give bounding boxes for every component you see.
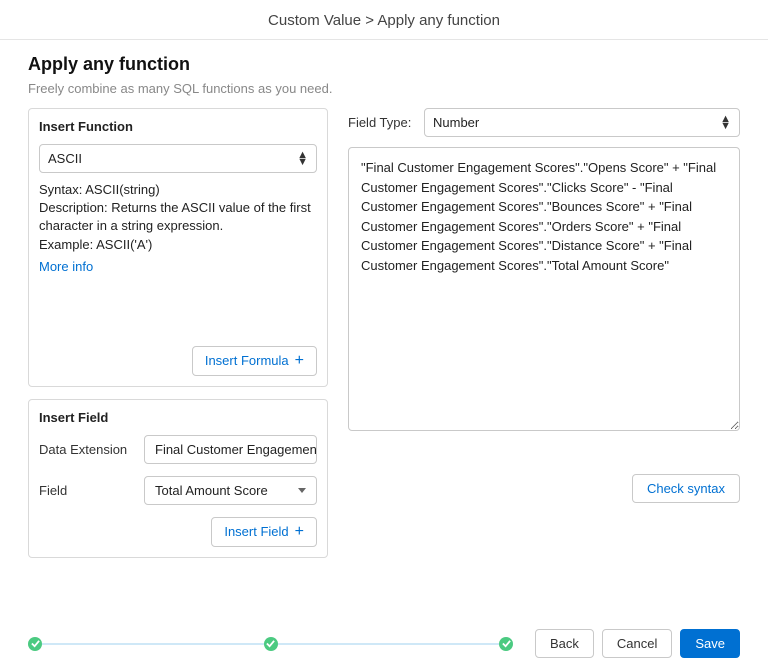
insert-formula-button[interactable]: Insert Formula + <box>192 346 317 376</box>
data-extension-value: Final Customer Engagemen... <box>155 442 317 457</box>
insert-field-heading: Insert Field <box>39 410 317 425</box>
field-type-value: Number <box>433 115 479 130</box>
page-title: Apply any function <box>28 54 740 75</box>
step-complete-icon <box>499 637 513 651</box>
description-line: Description: Returns the ASCII value of … <box>39 199 317 235</box>
field-type-select[interactable]: Number ▲▼ <box>424 108 740 137</box>
progress-indicator <box>28 637 513 651</box>
function-select[interactable]: ASCII ▲▼ <box>39 144 317 173</box>
insert-function-heading: Insert Function <box>39 119 317 134</box>
function-select-value: ASCII <box>48 151 82 166</box>
check-syntax-button[interactable]: Check syntax <box>632 474 740 503</box>
insert-field-button-label: Insert Field <box>224 524 288 539</box>
insert-formula-label: Insert Formula <box>205 353 289 368</box>
page-subtitle: Freely combine as many SQL functions as … <box>28 81 740 96</box>
step-line <box>278 643 500 645</box>
sort-icon: ▲▼ <box>297 152 308 166</box>
insert-field-panel: Insert Field Data Extension Final Custom… <box>28 399 328 558</box>
field-label: Field <box>39 483 134 498</box>
more-info-link[interactable]: More info <box>39 258 93 276</box>
plus-icon: + <box>295 524 304 540</box>
chevron-down-icon <box>298 488 306 493</box>
data-extension-select[interactable]: Final Customer Engagemen... <box>144 435 317 464</box>
insert-function-panel: Insert Function ASCII ▲▼ Syntax: ASCII(s… <box>28 108 328 387</box>
save-button[interactable]: Save <box>680 629 740 658</box>
insert-field-button[interactable]: Insert Field + <box>211 517 317 547</box>
field-select[interactable]: Total Amount Score <box>144 476 317 505</box>
step-complete-icon <box>264 637 278 651</box>
breadcrumb: Custom Value > Apply any function <box>0 0 768 40</box>
example-line: Example: ASCII('A') <box>39 236 317 254</box>
field-type-label: Field Type: <box>348 115 416 130</box>
cancel-button[interactable]: Cancel <box>602 629 672 658</box>
step-line <box>42 643 264 645</box>
plus-icon: + <box>295 353 304 369</box>
back-button[interactable]: Back <box>535 629 594 658</box>
formula-textarea[interactable] <box>348 147 740 431</box>
sort-icon: ▲▼ <box>720 116 731 130</box>
data-extension-label: Data Extension <box>39 442 134 457</box>
step-complete-icon <box>28 637 42 651</box>
footer-bar: Back Cancel Save <box>0 619 768 670</box>
syntax-line: Syntax: ASCII(string) <box>39 181 317 199</box>
field-value: Total Amount Score <box>155 483 268 498</box>
